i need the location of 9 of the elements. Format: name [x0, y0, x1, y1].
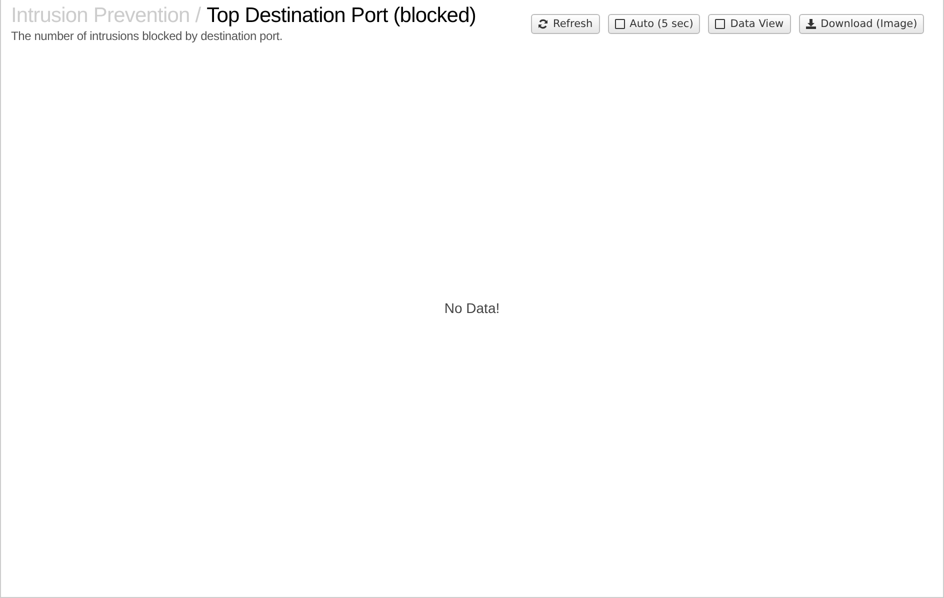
- page-title: Top Destination Port (blocked): [206, 4, 476, 28]
- download-icon: [806, 19, 816, 29]
- page-description: The number of intrusions blocked by destination port.: [11, 29, 284, 43]
- toggle-button[interactable]: Auto (5 sec): [608, 14, 700, 34]
- empty-message: No Data!: [444, 300, 500, 316]
- download-button[interactable]: Download (Image): [798, 14, 924, 34]
- refresh-icon: [538, 19, 548, 29]
- toggle-button[interactable]: Data View: [708, 14, 791, 34]
- refresh-button[interactable]: Refresh: [531, 14, 600, 34]
